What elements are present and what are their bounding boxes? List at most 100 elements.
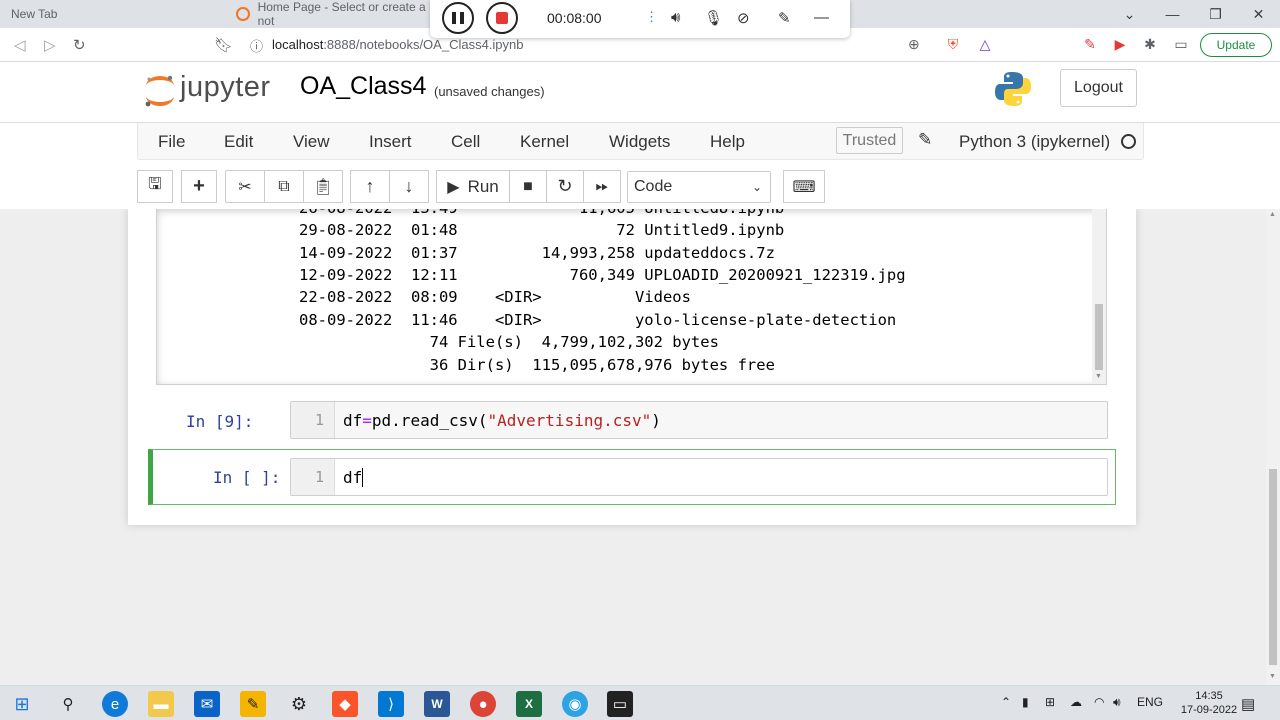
scroll-down-icon[interactable]: ▼	[1269, 673, 1276, 680]
jupyter-header: jupyter OA_Class4 (unsaved changes) Logo…	[0, 62, 1280, 122]
extensions-icon[interactable]: ✱	[1141, 35, 1159, 53]
back-icon[interactable]: ◁	[14, 36, 26, 54]
move-down-button[interactable]: ↓	[389, 170, 429, 203]
volume-icon[interactable]: 🔊︎	[1113, 695, 1121, 710]
code-editor[interactable]: 1 df=pd.read_csv("Advertising.csv")	[290, 401, 1108, 439]
fast-forward-icon: ⏩︎	[595, 177, 609, 195]
sticky-notes-icon[interactable]: ✎	[240, 691, 266, 717]
copy-button[interactable]: ⧉	[264, 170, 304, 203]
run-label: Run	[467, 176, 499, 196]
trusted-indicator[interactable]: Trusted	[836, 127, 903, 154]
brave-rewards-icon[interactable]: △	[976, 35, 994, 53]
audio-level-icon: ⋮	[645, 9, 658, 24]
file-explorer-icon[interactable]: ▬	[148, 691, 174, 717]
menu-edit[interactable]: Edit	[224, 132, 253, 152]
settings-gear-icon[interactable]: ⚙	[286, 691, 312, 717]
line-number: 1	[291, 459, 335, 495]
restore-icon[interactable]: ❐	[1194, 6, 1237, 23]
chrome-icon[interactable]: ●	[470, 691, 496, 717]
windows-start-icon[interactable]: ⊞	[9, 691, 35, 717]
wifi-icon[interactable]: ◠	[1094, 695, 1104, 709]
cell-type-select[interactable]: Code ⌄	[627, 171, 771, 203]
output-scrollbar[interactable]: ▼	[1092, 209, 1106, 384]
system-clock[interactable]: 14:35 17-09-2022	[1179, 689, 1239, 717]
close-window-icon[interactable]: ✕	[1237, 6, 1280, 23]
page-scrollbar-thumb[interactable]	[1269, 469, 1277, 665]
jupyter-favicon-icon	[236, 7, 250, 21]
url-field[interactable]: localhost:8888/notebooks/OA_Class4.ipynb	[272, 37, 524, 52]
battery-icon[interactable]: ▮	[1022, 695, 1029, 709]
language-indicator[interactable]: ENG	[1137, 695, 1163, 709]
camera-off-icon[interactable]: ⊘	[737, 9, 750, 27]
menu-widgets[interactable]: Widgets	[609, 132, 670, 152]
code-cell[interactable]: In [9]: 1 df=pd.read_csv("Advertising.cs…	[148, 399, 1116, 443]
speaker-icon[interactable]: 🔊︎	[671, 9, 680, 26]
cell-type-value: Code	[634, 178, 673, 195]
pause-recording-button[interactable]	[442, 2, 474, 34]
menu-view[interactable]: View	[293, 132, 330, 152]
microphone-icon[interactable]: 🎙︎	[704, 9, 723, 27]
code-editor[interactable]: 1 df	[290, 458, 1108, 496]
wallet-icon[interactable]: ▭	[1172, 35, 1190, 53]
menu-kernel[interactable]: Kernel	[520, 132, 569, 152]
network-status-icon[interactable]: ⊞	[1045, 695, 1055, 709]
minimize-icon[interactable]: —	[1151, 6, 1194, 22]
pen-extension-icon[interactable]: ✎	[1081, 35, 1099, 53]
youtube-extension-icon[interactable]: ▶	[1111, 35, 1129, 53]
tab-search-icon[interactable]: ⌄	[1108, 6, 1151, 23]
edit-pencil-icon[interactable]: ✎	[918, 130, 932, 150]
terminal-icon[interactable]: ▭	[607, 691, 633, 717]
jupyter-logo-icon[interactable]	[140, 70, 180, 110]
restart-run-all-button[interactable]: ⏩︎	[583, 170, 621, 203]
insert-cell-button[interactable]: +	[181, 170, 217, 203]
stop-icon: ■	[523, 177, 533, 195]
tab-new-tab[interactable]: New Tab	[0, 0, 228, 28]
minimize-recorder-icon[interactable]: —	[814, 9, 829, 26]
scroll-up-icon[interactable]: ▲	[1269, 211, 1276, 218]
edge-browser-icon[interactable]: e	[102, 691, 128, 717]
chevron-down-icon: ⌄	[751, 180, 762, 194]
forward-icon[interactable]: ▷	[44, 36, 56, 54]
code-operator: =	[362, 411, 372, 430]
excel-icon[interactable]: X	[516, 691, 542, 717]
page-scrollbar[interactable]: ▲ ▼	[1266, 209, 1280, 685]
code-close-paren: )	[651, 411, 661, 430]
brave-browser-icon[interactable]: ◆	[332, 691, 358, 717]
draw-icon[interactable]: ✎	[778, 9, 791, 27]
scroll-down-icon[interactable]: ▼	[1095, 373, 1102, 380]
bookmark-icon[interactable]: 🔖︎	[214, 36, 233, 54]
notebook-header-panel: File Edit View Insert Cell Kernel Widget…	[0, 123, 1280, 209]
mail-icon[interactable]: ✉	[194, 691, 220, 717]
menu-cell[interactable]: Cell	[451, 132, 480, 152]
tab-home-page[interactable]: Home Page - Select or create a not	[228, 0, 438, 28]
site-info-icon[interactable]: ⓘ	[250, 36, 263, 55]
interrupt-button[interactable]: ■	[509, 170, 547, 203]
notebook-title[interactable]: OA_Class4	[300, 72, 426, 101]
paste-button[interactable]: 📋︎	[303, 170, 343, 203]
restart-kernel-button[interactable]: ↻	[546, 170, 584, 203]
cut-button[interactable]: ✂	[225, 170, 265, 203]
zoom-icon[interactable]: ⊕	[908, 36, 920, 53]
stop-recording-button[interactable]	[486, 2, 518, 34]
search-icon[interactable]: ⚲	[55, 691, 81, 717]
save-button[interactable]: 🖫︎	[137, 170, 173, 203]
output-line: 12-09-2022 12:11 760,349 UPLOADID_202009…	[299, 266, 906, 284]
brave-shield-icon[interactable]: ⛨	[944, 35, 962, 53]
selected-code-cell[interactable]: In [ ]: 1 df	[148, 449, 1116, 505]
recorder-app-icon[interactable]: ◉	[562, 691, 588, 717]
run-button[interactable]: ▶ Run	[436, 170, 510, 203]
menu-file[interactable]: File	[158, 132, 185, 152]
move-up-button[interactable]: ↑	[350, 170, 390, 203]
logout-button[interactable]: Logout	[1060, 69, 1137, 107]
cloud-icon[interactable]: ☁	[1070, 695, 1082, 709]
command-palette-button[interactable]: ⌨	[783, 170, 825, 203]
menu-help[interactable]: Help	[710, 132, 745, 152]
menu-insert[interactable]: Insert	[369, 132, 412, 152]
show-hidden-icons-icon[interactable]: ⌃	[1001, 695, 1011, 709]
update-button[interactable]: Update	[1200, 33, 1272, 57]
vscode-icon[interactable]: ⟩	[378, 691, 404, 717]
word-icon[interactable]: W	[424, 691, 450, 717]
notifications-icon[interactable]: ▤	[1241, 695, 1255, 713]
reload-icon[interactable]: ↻	[73, 36, 86, 54]
output-scrollbar-thumb[interactable]	[1095, 304, 1103, 370]
